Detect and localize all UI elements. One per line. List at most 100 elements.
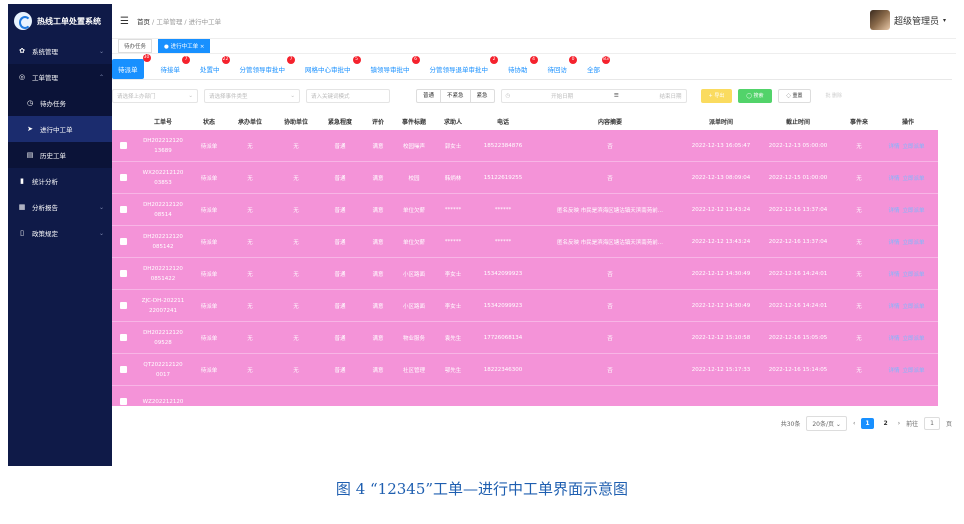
table-cell: ****** xyxy=(494,238,512,245)
dispatch-link[interactable]: 立即派单 xyxy=(903,304,925,310)
table-row[interactable]: ZJC-DH-202211 22007241 待派单 无 无 普通 满意 小区路面 李女士 153… xyxy=(112,290,938,322)
keyword-input[interactable]: 请入关键词模式 xyxy=(306,89,390,103)
date-range[interactable]: ◷ 开始日期 ☰ 结束日期 xyxy=(500,89,687,103)
table-cell: QT202212120 0017 xyxy=(143,361,183,378)
sidebar-item-in-progress[interactable]: ➤ 进行中工单 xyxy=(8,116,112,142)
table-cell: 无 xyxy=(856,271,862,278)
sidebar-item-report[interactable]: ▦ 分析报告 ⌄ xyxy=(8,194,112,220)
sidebar-item-system[interactable]: ✿ 系统管理 ⌄ xyxy=(8,38,112,64)
sidebar-item-label: 分析报告 xyxy=(32,204,58,212)
sidebar-item-history[interactable]: ▤ 历史工单 xyxy=(8,142,112,168)
table-row[interactable]: QT202212120 0017 待派单 无 无 普通 满意 社区管理 鄂先生 182223463… xyxy=(112,354,938,386)
table-cell: 待派单 xyxy=(200,303,218,310)
tag-todo[interactable]: 待办任务 xyxy=(118,39,153,53)
status-tab[interactable]: 待接单 7 xyxy=(158,55,190,77)
status-tab[interactable]: 待回访 0 xyxy=(545,55,577,77)
status-tab-label: 分管领导审批中 xyxy=(239,65,286,74)
urgency-urgent[interactable]: 紧急 xyxy=(471,90,494,102)
row-checkbox[interactable] xyxy=(119,270,127,277)
dispatch-link[interactable]: 立即派单 xyxy=(903,208,925,214)
row-checkbox[interactable] xyxy=(119,174,127,181)
next-page-icon[interactable]: › xyxy=(898,420,900,427)
urgency-not-urgent[interactable]: 不紧急 xyxy=(441,90,471,102)
detail-link[interactable]: 详情 xyxy=(888,368,899,374)
row-checkbox[interactable] xyxy=(119,366,127,373)
status-tab[interactable]: 全部 83 xyxy=(584,55,610,77)
table-cell: 普通 xyxy=(334,239,346,246)
table-cell: 李女士 xyxy=(444,271,462,278)
status-tab[interactable]: 网格中心审批中 5 xyxy=(302,55,361,77)
avatar xyxy=(869,10,890,30)
dispatch-link[interactable]: 立即派单 xyxy=(903,240,925,246)
detail-link[interactable]: 详情 xyxy=(888,272,899,278)
status-tab[interactable]: 镇领导审批中 6 xyxy=(368,55,420,77)
table-cell: 普通 xyxy=(334,303,346,310)
prev-page-icon[interactable]: ‹ xyxy=(853,420,855,427)
column-header: 操作 xyxy=(901,118,914,126)
search-button[interactable]: ◯ 搜索 xyxy=(738,89,772,103)
status-tab-label: 镇领导审批中 xyxy=(370,65,410,74)
page-size-select[interactable]: 20条/页 ⌄ xyxy=(806,416,847,431)
table-row[interactable]: DH202212120 08514 待派单 无 无 普通 满意 单位欠薪 ****** *****… xyxy=(112,194,938,226)
app-title: 热线工单处置系统 xyxy=(37,16,101,26)
sidebar-item-todo[interactable]: ◷ 待办任务 xyxy=(8,90,112,116)
tag-in-progress[interactable]: ● 进行中工单 × xyxy=(158,39,211,53)
sidebar-item-policy[interactable]: ▯ 政策规定 ⌄ xyxy=(8,220,112,246)
status-tab[interactable]: 分管领导审批中 7 xyxy=(237,55,295,77)
menu-toggle-icon[interactable]: ☰ xyxy=(120,16,129,27)
delete-button[interactable]: 批 删除 xyxy=(817,89,851,103)
detail-link[interactable]: 详情 xyxy=(888,336,899,342)
detail-link[interactable]: 详情 xyxy=(888,176,899,182)
table-row[interactable]: WX202212120 03853 待派单 无 无 普通 满意 校园 韩炳林 1512261925… xyxy=(112,162,938,194)
dispatch-link[interactable]: 立即派单 xyxy=(903,272,925,278)
status-tab[interactable]: 分管领导退单审批中 2 xyxy=(427,55,498,77)
table-row[interactable]: DH202212120 09528 待派单 无 无 普通 满意 物业服务 袁先生 17726068… xyxy=(112,322,938,354)
table-cell: 否 xyxy=(607,303,613,310)
dispatch-link[interactable]: 立即派单 xyxy=(903,368,925,374)
reset-button[interactable]: ◌ 重置 xyxy=(777,89,812,103)
column-header: 电话 xyxy=(496,118,509,126)
dispatch-link[interactable]: 立即派单 xyxy=(903,336,925,342)
row-checkbox[interactable] xyxy=(119,142,127,149)
table-row[interactable]: DH202212120 13689 待派单 无 无 普通 满意 校园噪声 郭女士 18522384… xyxy=(112,130,938,162)
export-button[interactable]: + 导出 xyxy=(700,89,733,103)
goto-input[interactable]: 1 xyxy=(924,417,940,430)
column-header: 承办单位 xyxy=(237,118,262,126)
detail-link[interactable]: 详情 xyxy=(888,208,899,214)
column-header: 紧急程度 xyxy=(327,118,352,126)
row-checkbox[interactable] xyxy=(119,398,127,405)
breadcrumb-home[interactable]: 首页 xyxy=(137,18,150,26)
type-select[interactable]: 请选择事件类型 ⌄ xyxy=(204,89,300,103)
sidebar-item-ticket-mgmt[interactable]: ◎ 工单管理 ⌃ xyxy=(8,64,112,90)
breadcrumb-ticket-mgmt[interactable]: 工单管理 xyxy=(156,18,182,26)
urgency-normal[interactable]: 普通 xyxy=(417,90,442,102)
dept-select[interactable]: 请选择上办部门 ⌄ xyxy=(112,89,198,103)
dispatch-link[interactable]: 立即派单 xyxy=(903,144,925,150)
user-menu[interactable]: 超级管理员 ▾ xyxy=(869,10,946,30)
detail-link[interactable]: 详情 xyxy=(888,240,899,246)
table-row[interactable]: DH202212120 085142 待派单 无 无 普通 满意 单位欠薪 ****** ****… xyxy=(112,226,938,258)
detail-link[interactable]: 详情 xyxy=(888,144,899,150)
row-actions: 详情 立即派单 xyxy=(878,142,938,150)
row-checkbox[interactable] xyxy=(119,334,127,341)
detail-link[interactable]: 详情 xyxy=(888,304,899,310)
table-row[interactable]: DH202212120 0851422 待派单 无 无 普通 满意 小区路面 李女士 153420… xyxy=(112,258,938,290)
row-checkbox[interactable] xyxy=(119,206,127,213)
status-tab[interactable]: 处置中 22 xyxy=(197,55,230,77)
status-tab[interactable]: 待派单 30 xyxy=(112,53,151,79)
sidebar-item-stats[interactable]: ▮ 统计分析 xyxy=(8,168,112,194)
table-cell: 2022-12-12 13:43:24 xyxy=(691,238,751,245)
status-tabs: 待派单 30 待接单 7 处置中 22 分管领导审批中 7 网格中心审批中 5 镇领导审批中 6 分管领… xyxy=(112,53,952,80)
table-row[interactable]: WZ202212120 xyxy=(112,386,938,406)
table-cell: 普通 xyxy=(334,175,346,182)
dispatch-link[interactable]: 立即派单 xyxy=(903,176,925,182)
status-tab[interactable]: 待协助 4 xyxy=(505,55,538,77)
row-checkbox[interactable] xyxy=(119,302,127,309)
column-header: 派单时间 xyxy=(708,118,733,126)
column-header: 状态 xyxy=(202,118,215,126)
table-cell: 2022-12-12 15:10:58 xyxy=(691,334,751,341)
page-2[interactable]: 2 xyxy=(880,418,892,429)
table-cell: 普通 xyxy=(334,143,346,150)
row-checkbox[interactable] xyxy=(119,238,127,245)
page-1[interactable]: 1 xyxy=(861,418,874,429)
